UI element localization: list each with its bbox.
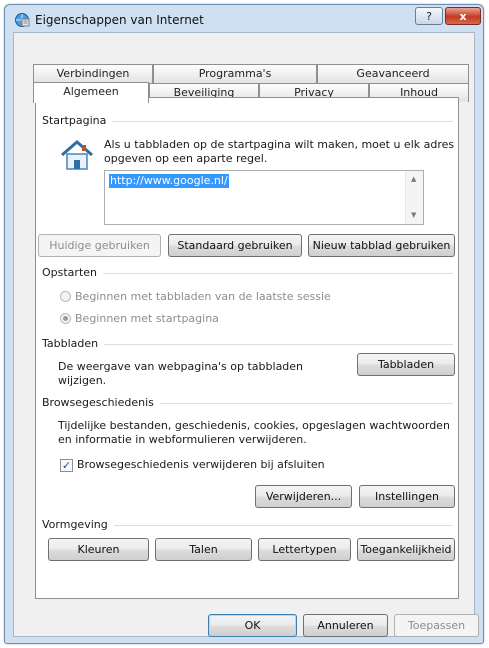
homepage-url-value[interactable]: http://www.google.nl/ [109, 174, 229, 188]
accessibility-button[interactable]: Toegankelijkheid [357, 538, 455, 561]
colors-button[interactable]: Kleuren [48, 538, 149, 561]
opstarten-separator [48, 273, 453, 274]
help-button[interactable]: ? [415, 7, 443, 25]
radio-last-session[interactable] [60, 291, 71, 302]
fonts-button[interactable]: Lettertypen [258, 538, 351, 561]
title-bar[interactable]: Eigenschappen van Internet ? x [5, 5, 483, 31]
internet-options-icon [14, 12, 30, 31]
radio-homepage[interactable] [60, 313, 71, 324]
ok-button[interactable]: OK [208, 614, 297, 637]
delete-history-button[interactable]: Verwijderen... [255, 485, 352, 508]
scroll-up-icon[interactable]: ▲ [411, 175, 416, 183]
delete-on-exit-label[interactable]: Browsegeschiedenis verwijderen bij afslu… [77, 458, 325, 472]
vormgeving-label: Vormgeving [42, 518, 114, 531]
use-new-tab-button[interactable]: Nieuw tabblad gebruiken [308, 234, 455, 257]
tab-geavanceerd[interactable]: Geavanceerd [317, 64, 469, 83]
radio-last-session-label[interactable]: Beginnen met tabbladen van de laatste se… [75, 290, 331, 304]
tabbladen-description: De weergave van webpagina's op tabbladen… [58, 360, 304, 387]
apply-button[interactable]: Toepassen [394, 614, 479, 637]
opstarten-label: Opstarten [42, 266, 103, 279]
browsegeschiedenis-description: Tijdelijke bestanden, geschiedenis, cook… [58, 419, 450, 446]
startpagina-label: Startpagina [42, 114, 113, 127]
startpagina-description: Als u tabbladen op de startpagina wilt m… [104, 138, 455, 165]
tabs-settings-button[interactable]: Tabbladen [357, 353, 455, 376]
browsegeschiedenis-label: Browsegeschiedenis [42, 396, 160, 409]
tabbladen-label: Tabbladen [42, 337, 105, 350]
tabbladen-separator [48, 344, 453, 345]
homepage-url-textarea[interactable]: http://www.google.nl/ ▲ ▼ [104, 170, 424, 225]
use-default-button[interactable]: Standaard gebruiken [168, 234, 302, 257]
window-title: Eigenschappen van Internet [35, 13, 204, 27]
tab-algemeen[interactable]: Algemeen [33, 82, 149, 103]
url-scrollbar[interactable]: ▲ ▼ [405, 171, 423, 224]
history-settings-button[interactable]: Instellingen [359, 485, 455, 508]
delete-on-exit-checkbox[interactable]: ✓ [60, 459, 73, 472]
house-icon [58, 138, 96, 175]
tab-verbindingen[interactable]: Verbindingen [33, 64, 153, 83]
scroll-down-icon[interactable]: ▼ [411, 211, 416, 219]
use-current-button[interactable]: Huidige gebruiken [38, 234, 161, 257]
languages-button[interactable]: Talen [155, 538, 252, 561]
radio-homepage-label[interactable]: Beginnen met startpagina [75, 312, 219, 326]
tab-programmas[interactable]: Programma's [153, 64, 317, 83]
close-button[interactable]: x [445, 7, 481, 25]
cancel-button[interactable]: Annuleren [303, 614, 388, 637]
